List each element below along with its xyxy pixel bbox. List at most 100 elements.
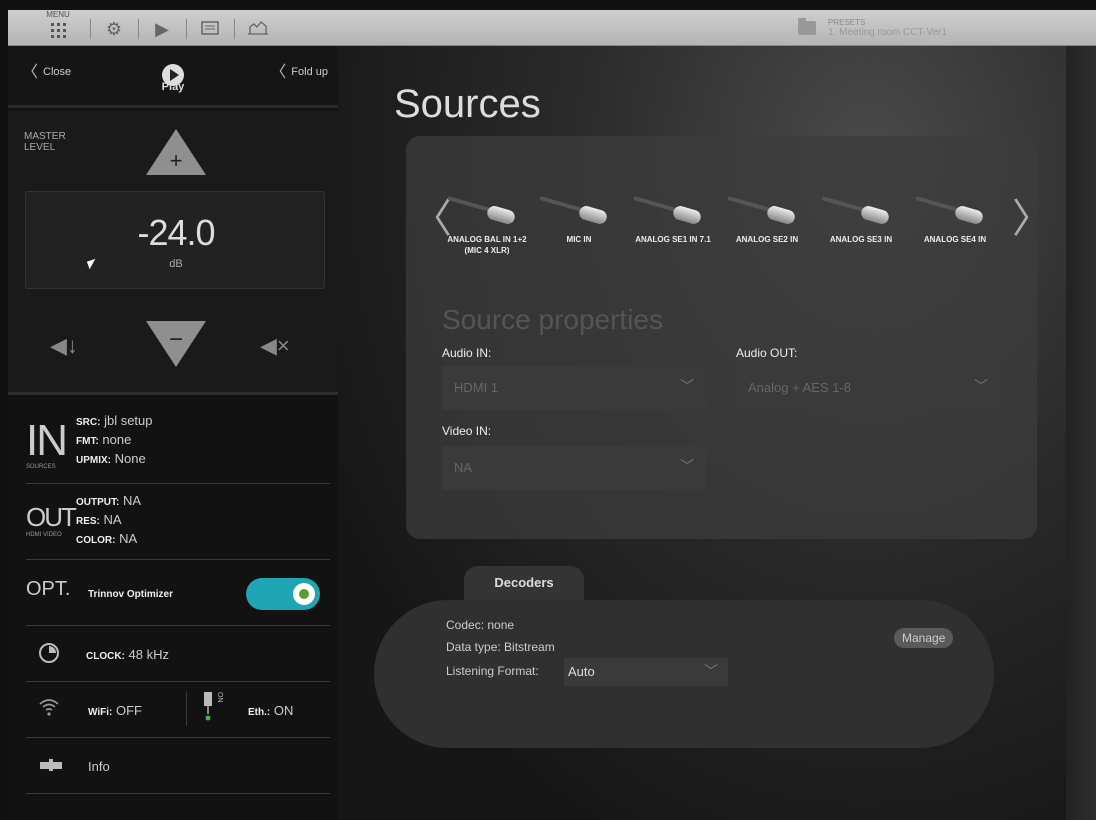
listening-format-select[interactable]: Auto ﹀ (564, 658, 728, 686)
presets-button[interactable]: PRESETS 1. Meeting room CCT-Ver1 (798, 14, 947, 42)
audio-in-select[interactable]: HDMI 1 ﹀ (442, 366, 706, 410)
src-value: jbl setup (104, 413, 153, 428)
fold-up-label: Fold up (291, 66, 328, 78)
divider (234, 19, 235, 39)
cable-icon (915, 192, 995, 228)
audio-out-value: Analog + AES 1-8 (748, 380, 851, 395)
eth-value: ON (273, 703, 294, 718)
divider (186, 19, 187, 39)
in-letter: IN (26, 416, 68, 465)
wifi-value: OFF (115, 703, 142, 718)
plus-icon: + (169, 148, 183, 173)
chevron-down-icon: ﹀ (704, 663, 718, 679)
audio-out-label: Audio OUT: (736, 346, 798, 360)
input-status-row[interactable]: IN SOURCES SRC: jbl setup FMT: none UPMI… (26, 408, 330, 484)
cable-icon (633, 192, 713, 228)
source-item[interactable]: ANALOG SE1 IN 7.1 (630, 192, 716, 245)
clock-key: CLOCK: (86, 651, 125, 662)
output-value: NA (122, 493, 142, 508)
res-key: RES: (76, 516, 100, 527)
play-logo: Play (158, 64, 188, 93)
video-in-label: Video IN: (442, 424, 492, 438)
clock-value: 48 kHz (128, 647, 169, 662)
sources-card: 〈 ANALOG BAL IN 1+2 (MIC 4 XLR) MIC IN A… (406, 136, 1052, 539)
left-panel-header: 〈 Close Play 〈 Fold up (8, 46, 338, 108)
chevron-down-icon: ﹀ (974, 378, 988, 394)
presets-value: 1. Meeting room CCT-Ver1 (828, 27, 947, 38)
level-unit: dB (169, 258, 183, 270)
cable-icon (821, 192, 901, 228)
source-label: ANALOG SE4 IN (923, 235, 987, 244)
output-status-row[interactable]: OUT HDMI VIDEO OUTPUT: NA RES: NA COLOR:… (26, 484, 330, 560)
audio-in-label: Audio IN: (442, 346, 492, 360)
source-item[interactable]: ANALOG SE2 IN (724, 192, 810, 245)
menu-label: MENU (46, 10, 70, 19)
src-key: SRC: (76, 417, 101, 428)
video-in-select[interactable]: NA ﹀ (442, 446, 706, 490)
source-label: ANALOG SE1 IN 7.1 (635, 235, 711, 244)
wifi-icon (38, 696, 60, 723)
tab-decoders[interactable]: Decoders (464, 566, 584, 600)
info-icon (40, 758, 62, 776)
folder-icon (798, 18, 816, 35)
minus-icon: − (168, 326, 183, 353)
source-properties-title: Source properties (442, 304, 664, 335)
output-line: OUTPUT: NA RES: NA COLOR: NA (76, 492, 141, 549)
settings-icon[interactable]: ⚙ (102, 19, 126, 39)
cable-icon (727, 192, 807, 228)
out-caption: HDMI VIDEO (26, 532, 62, 538)
close-button[interactable]: 〈 Close (22, 58, 71, 82)
close-label: Close (43, 66, 72, 78)
speaker-mute-icon[interactable]: ◀× (260, 333, 290, 359)
res-value: NA (103, 512, 122, 527)
codec-text: Codec: none (446, 618, 515, 632)
master-level-panel: MASTER LEVEL + -24.0 dB ◀↓ − ◀× (8, 111, 338, 395)
output-key: OUTPUT: (76, 497, 120, 508)
play-icon[interactable]: ▶ (150, 19, 174, 39)
level-display: -24.0 dB (25, 191, 325, 289)
chevron-down-icon: ﹀ (680, 458, 694, 474)
divider (186, 692, 187, 726)
source-item[interactable]: ANALOG SE3 IN (818, 192, 904, 245)
manage-button[interactable]: Manage (894, 628, 954, 648)
source-item[interactable]: ANALOG SE4 IN (912, 192, 998, 245)
toggle-knob (293, 583, 315, 605)
page-title: Sources (394, 82, 541, 126)
data-type-text: Data type: Bitstream (446, 640, 555, 654)
opt-letter: OPT. (26, 578, 71, 600)
source-item[interactable]: ANALOG BAL IN 1+2 (MIC 4 XLR) (444, 192, 530, 256)
fold-up-button[interactable]: 〈 Fold up (270, 58, 328, 82)
play-logo-icon (162, 64, 184, 86)
cable-icon (447, 192, 527, 228)
source-label: MIC IN (566, 235, 592, 244)
ethernet-icon (202, 692, 214, 727)
clock-row: CLOCK: 48 kHz (26, 626, 330, 682)
menu-button[interactable]: MENU (36, 10, 80, 46)
decoders-tab-label: Decoders (494, 575, 554, 590)
ethernet-badge: ON (216, 692, 223, 703)
upmix-value: None (114, 451, 146, 466)
source-item[interactable]: MIC IN (536, 192, 622, 245)
sources-carousel: 〈 ANALOG BAL IN 1+2 (MIC 4 XLR) MIC IN A… (406, 186, 1052, 286)
video-in-value: NA (454, 460, 473, 475)
optimizer-label: Trinnov Optimizer (88, 589, 174, 600)
scroll-edge (1066, 46, 1096, 820)
top-bar: MENU ⚙ ▶ PRESETS 1. Meeting room CCT-Ver… (8, 10, 1096, 46)
screen-icon[interactable] (198, 19, 222, 39)
speaker-dim-icon[interactable]: ◀↓ (50, 333, 78, 359)
audio-out-select[interactable]: Analog + AES 1-8 ﹀ (736, 366, 1000, 410)
source-label: ANALOG BAL IN 1+2 (MIC 4 XLR) (447, 235, 527, 255)
clock-icon (38, 642, 60, 669)
grid-icon (50, 23, 66, 38)
room-icon[interactable] (246, 19, 270, 39)
optimizer-toggle[interactable] (246, 578, 320, 610)
network-row: WiFi: OFF ON Eth.: ON (26, 682, 330, 738)
carousel-next-button[interactable]: 〉 (1012, 186, 1052, 244)
divider (138, 19, 139, 39)
info-label: Info (88, 759, 110, 774)
chevron-left-icon: 〈 (22, 64, 39, 81)
info-row[interactable]: Info (26, 738, 330, 794)
eth-key: Eth.: (248, 707, 271, 718)
source-label: ANALOG SE2 IN (735, 235, 799, 244)
optimizer-row: OPT. Trinnov Optimizer (26, 560, 330, 626)
